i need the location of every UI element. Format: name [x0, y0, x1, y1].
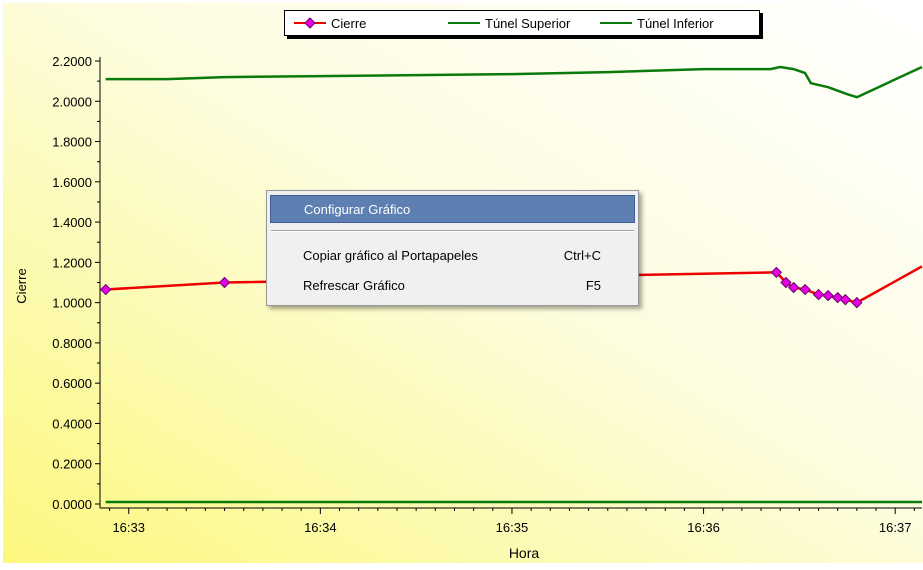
menu-item-label: Copiar gráfico al Portapapeles: [303, 247, 478, 263]
y-tick-label: 1.6000: [52, 175, 92, 190]
y-tick-label: 0.2000: [52, 457, 92, 472]
y-tick-label: 2.2000: [52, 54, 92, 69]
y-tick-label: 2.0000: [52, 94, 92, 109]
menu-item-configurar-grafico[interactable]: Configurar Gráfico: [270, 195, 635, 223]
y-tick-label: 0.0000: [52, 497, 92, 512]
legend-line-marker-icon: [294, 17, 326, 29]
y-tick-label: 1.2000: [52, 255, 92, 270]
menu-item-shortcut: Ctrl+C: [563, 247, 601, 263]
legend-line-icon: [600, 22, 632, 24]
y-tick-label: 1.4000: [52, 215, 92, 230]
chart-legend: Cierre Túnel Superior Túnel Inferior: [284, 10, 760, 36]
y-tick-label: 0.4000: [52, 416, 92, 431]
context-menu: Configurar Gráfico Copiar gráfico al Por…: [266, 190, 639, 306]
menu-item-label: Configurar Gráfico: [304, 201, 411, 217]
x-axis-title: Hora: [509, 545, 540, 561]
y-tick-label: 0.6000: [52, 376, 92, 391]
menu-separator: [271, 230, 634, 232]
menu-item-shortcut: F5: [585, 277, 601, 293]
y-axis-title: Cierre: [14, 268, 29, 303]
legend-label: Túnel Inferior: [637, 15, 714, 31]
legend-item-tunel-superior: Túnel Superior: [447, 15, 570, 31]
x-tick-label: 16:33: [112, 520, 145, 535]
menu-item-refrescar-grafico[interactable]: Refrescar Gráfico F5: [270, 271, 635, 299]
y-tick-label: 1.8000: [52, 135, 92, 150]
x-tick-label: 16:35: [496, 520, 529, 535]
legend-item-tunel-inferior: Túnel Inferior: [599, 15, 714, 31]
legend-label: Túnel Superior: [485, 15, 571, 31]
y-tick-label: 1.0000: [52, 296, 92, 311]
y-tick-label: 0.8000: [52, 336, 92, 351]
x-tick-label: 16:37: [879, 520, 912, 535]
legend-item-cierre: Cierre: [293, 15, 366, 31]
x-tick-label: 16:34: [304, 520, 337, 535]
legend-label: Cierre: [331, 15, 367, 31]
x-tick-label: 16:36: [687, 520, 720, 535]
legend-line-icon: [448, 22, 480, 24]
menu-item-label: Refrescar Gráfico: [303, 277, 405, 293]
menu-item-copiar-grafico[interactable]: Copiar gráfico al Portapapeles Ctrl+C: [270, 241, 635, 269]
